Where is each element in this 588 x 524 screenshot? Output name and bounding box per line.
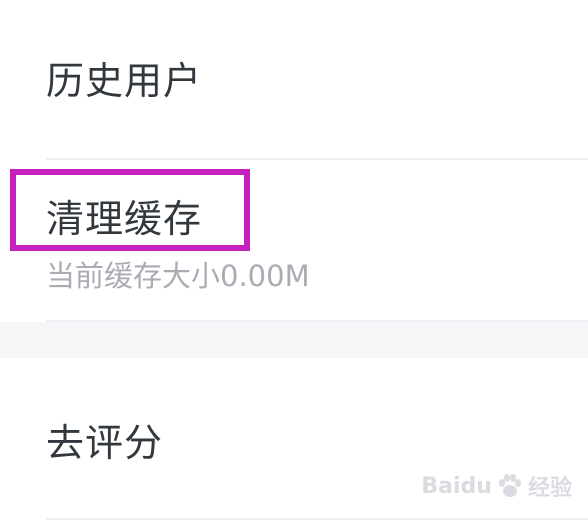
watermark-brand: Baidu: [421, 473, 492, 499]
cache-size-text: 当前缓存大小0.00M: [46, 259, 310, 293]
settings-item-clear-cache[interactable]: 清理缓存 当前缓存大小0.00M: [0, 160, 588, 322]
history-users-label: 历史用户: [46, 59, 203, 103]
settings-page: 历史用户 清理缓存 当前缓存大小0.00M 去评分 Baidu 经验: [0, 0, 588, 524]
divider: [46, 518, 588, 520]
clear-cache-label: 清理缓存: [46, 197, 203, 241]
settings-item-history-users[interactable]: 历史用户: [0, 0, 588, 158]
rate-label: 去评分: [46, 421, 164, 465]
watermark-suffix: 经验: [527, 476, 572, 501]
baidu-watermark: Baidu 经验: [421, 470, 572, 502]
paw-icon: [498, 474, 521, 497]
section-separator: [0, 322, 588, 358]
